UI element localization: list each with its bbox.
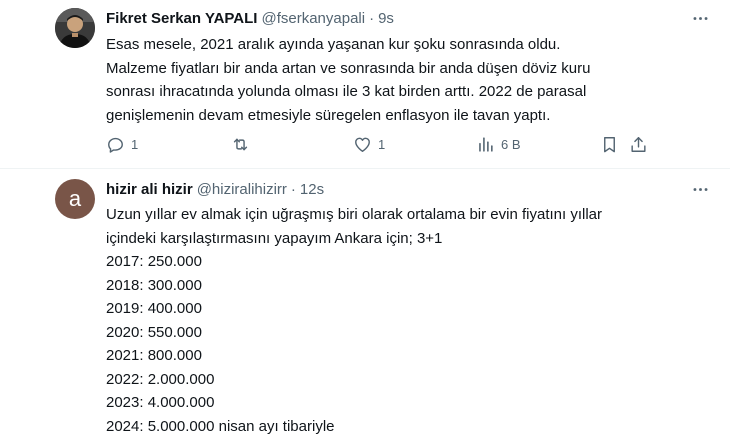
- views-count: 6 B: [501, 137, 521, 152]
- separator-dot: ·: [369, 10, 374, 27]
- author-handle[interactable]: @fserkanyapali: [261, 10, 365, 27]
- heart-icon: [353, 135, 372, 154]
- tweet-text-line: Malzeme fiyatları bir anda artan ve sonr…: [106, 57, 666, 81]
- avatar[interactable]: [55, 8, 95, 48]
- more-icon: [691, 9, 710, 28]
- more-options-button[interactable]: [680, 7, 710, 29]
- reply-button[interactable]: 1: [106, 132, 138, 156]
- price-line: 2020: 550.000: [106, 321, 666, 345]
- price-line: 2021: 800.000: [106, 344, 666, 368]
- timestamp[interactable]: 12s: [300, 181, 324, 198]
- more-icon: [691, 180, 710, 199]
- bookmark-button[interactable]: [600, 132, 619, 156]
- tweet-text-line: Uzun yıllar ev almak için uğraşmış biri …: [106, 203, 666, 227]
- author-name[interactable]: Fikret Serkan YAPALI: [106, 10, 257, 27]
- tweet: a hizir ali hizir @hiziralihizirr · 12s …: [0, 169, 730, 420]
- author-handle[interactable]: @hiziralihizirr: [197, 181, 287, 198]
- tweet-text-line: sonrası ihracatında yolunda olması ile 3…: [106, 80, 666, 104]
- separator-dot: ·: [291, 181, 296, 198]
- like-button[interactable]: 1: [353, 132, 385, 156]
- retweet-button[interactable]: [231, 132, 256, 156]
- reply-count: 1: [131, 137, 138, 152]
- tweet-text-line: Esas mesele, 2021 aralık ayında yaşanan …: [106, 33, 666, 57]
- bookmark-icon: [600, 135, 619, 154]
- views-chart-icon: [476, 135, 495, 154]
- user-photo-icon: [55, 8, 95, 48]
- share-button[interactable]: [629, 132, 648, 156]
- price-line: 2018: 300.000: [106, 274, 666, 298]
- price-line: 2023: 4.000.000: [106, 391, 666, 415]
- retweet-icon: [231, 135, 250, 154]
- avatar[interactable]: a: [55, 179, 95, 219]
- price-line: 2019: 400.000: [106, 297, 666, 321]
- tweet-header: Fikret Serkan YAPALI @fserkanyapali · 9s: [106, 7, 710, 29]
- tweet: Fikret Serkan YAPALI @fserkanyapali · 9s…: [0, 0, 730, 169]
- price-line: 2022: 2.000.000: [106, 368, 666, 392]
- tweet-actions: 1 1 6 B: [106, 132, 636, 156]
- tweet-header: hizir ali hizir @hiziralihizirr · 12s: [106, 178, 710, 200]
- more-options-button[interactable]: [680, 178, 710, 200]
- share-icon: [629, 135, 648, 154]
- price-line: 2017: 250.000: [106, 250, 666, 274]
- tweet-text-line: genişlemenin devam etmesiyle süregelen e…: [106, 104, 666, 128]
- author-name[interactable]: hizir ali hizir: [106, 181, 193, 198]
- tweet-text: Uzun yıllar ev almak için uğraşmış biri …: [106, 203, 666, 438]
- timestamp[interactable]: 9s: [378, 10, 394, 27]
- tweet-text: Esas mesele, 2021 aralık ayında yaşanan …: [106, 33, 666, 127]
- like-count: 1: [378, 137, 385, 152]
- tweet-text-line: içindeki karşılaştırmasını yapayım Ankar…: [106, 227, 666, 251]
- price-line: 2024: 5.000.000 nisan ayı tibariyle: [106, 415, 666, 438]
- views-button[interactable]: 6 B: [476, 132, 521, 156]
- reply-icon: [106, 135, 125, 154]
